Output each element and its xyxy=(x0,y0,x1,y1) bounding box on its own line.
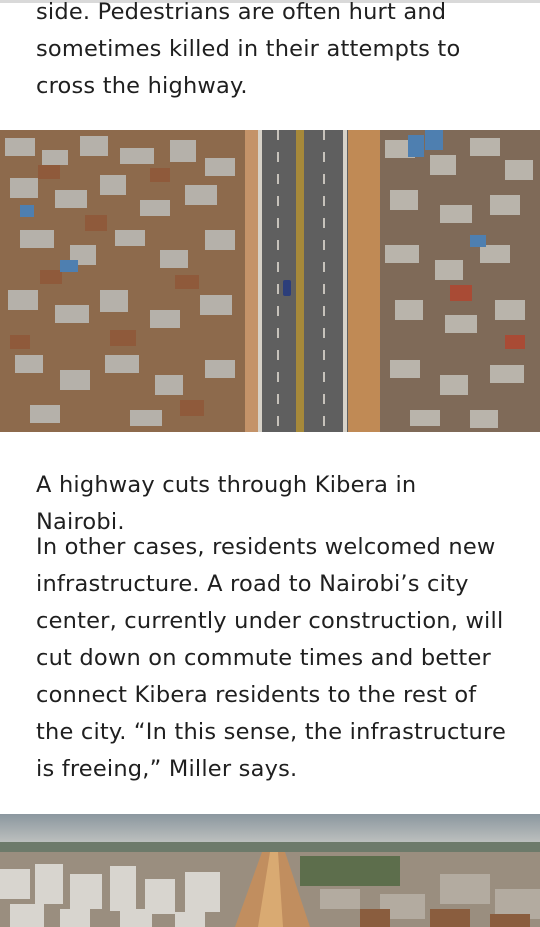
aerial-highway-photo xyxy=(0,130,540,432)
article-paragraph-body: In other cases, residents welcomed new i… xyxy=(36,534,506,782)
city-skyline-illustration xyxy=(0,814,540,927)
aerial-highway-illustration xyxy=(0,130,540,432)
city-road-construction-photo xyxy=(0,814,540,927)
article-paragraph-intro: side. Pedestrians are often hurt and som… xyxy=(36,0,461,99)
